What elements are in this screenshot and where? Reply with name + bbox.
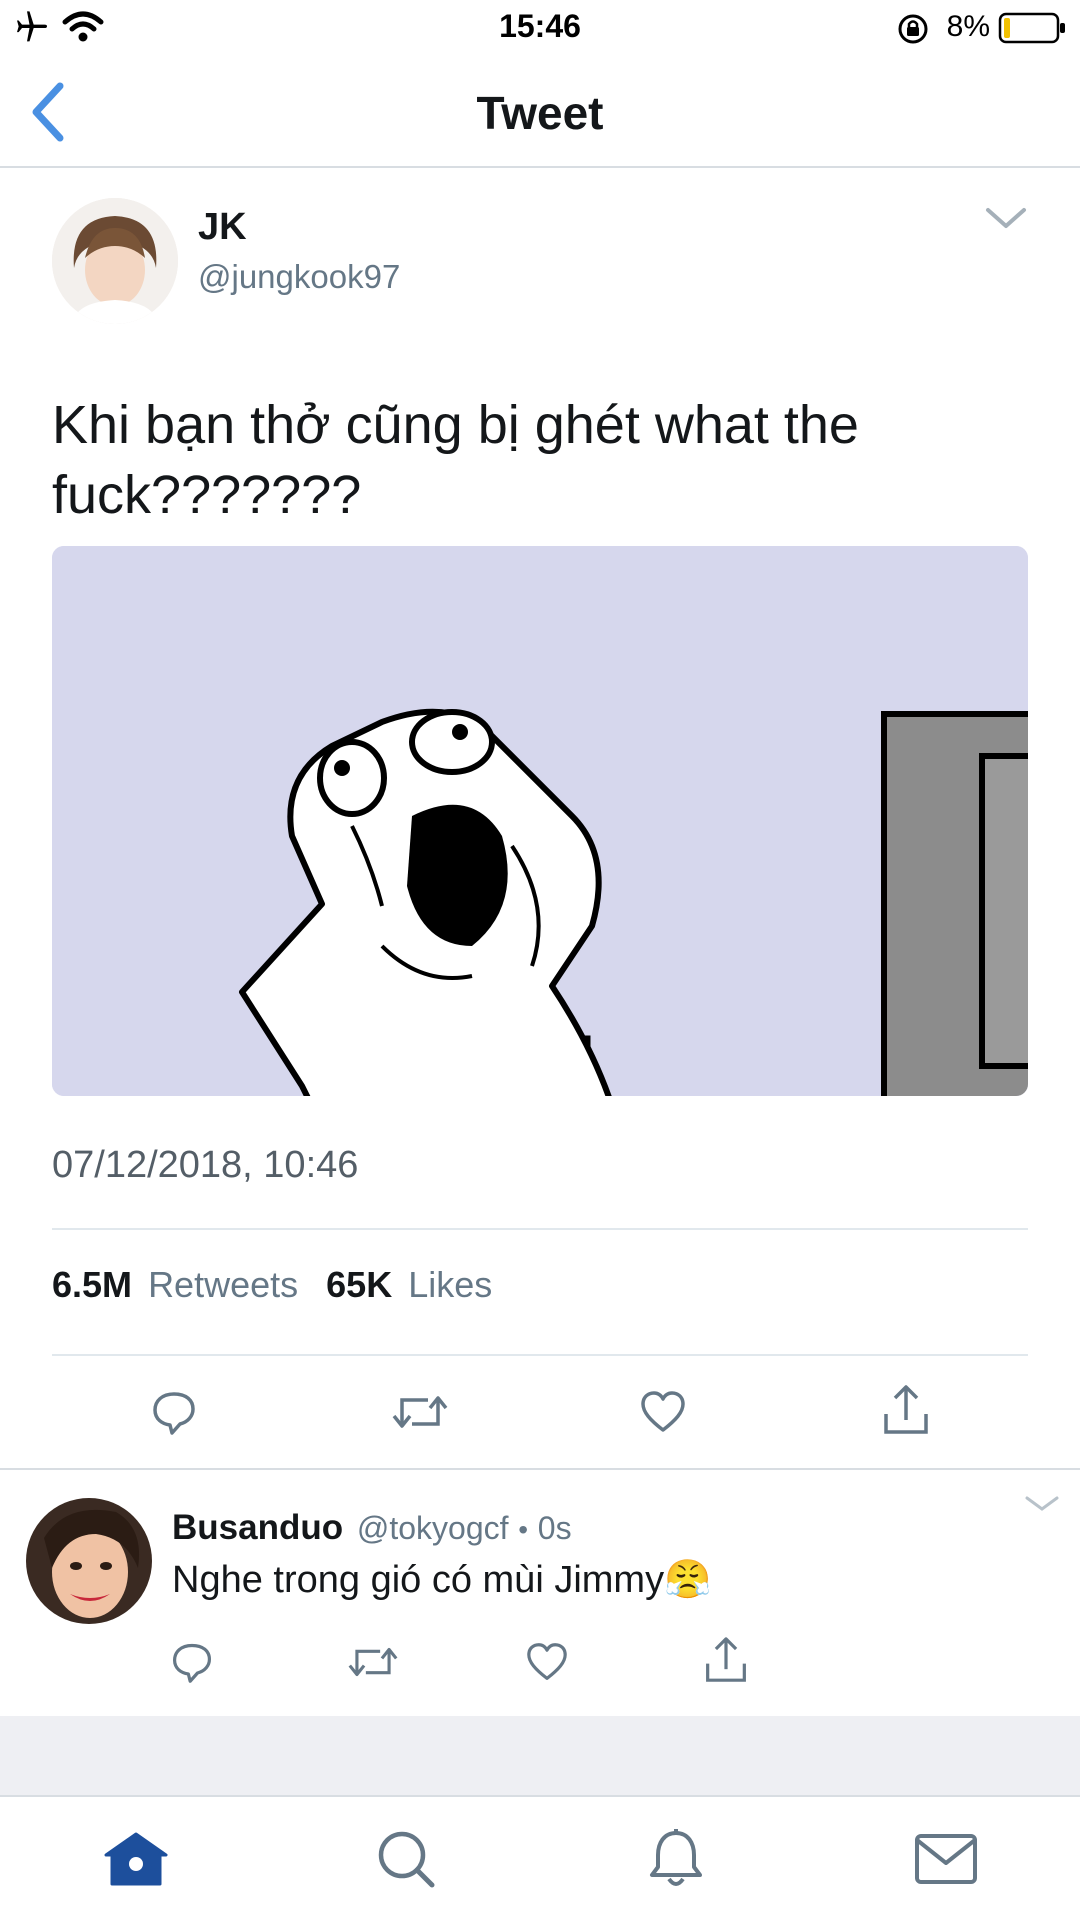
reply-avatar[interactable] bbox=[26, 1498, 152, 1624]
empty-feed-area bbox=[0, 1716, 1080, 1795]
tweet-text: Khi bạn thở cũng bị ghét what the fuck??… bbox=[52, 395, 859, 525]
battery-icon bbox=[998, 12, 1065, 44]
retweet-label[interactable]: Retweets bbox=[148, 1264, 298, 1305]
heart-icon[interactable] bbox=[526, 1642, 568, 1682]
retweet-count[interactable]: 6.5M bbox=[52, 1264, 132, 1305]
reply-header: Busanduo @tokyogcf • 0s bbox=[172, 1508, 572, 1548]
reply-age: 0s bbox=[537, 1510, 572, 1546]
like-label[interactable]: Likes bbox=[408, 1264, 492, 1305]
battery-percentage: 8% bbox=[946, 10, 990, 43]
mail-icon[interactable] bbox=[914, 1833, 978, 1885]
author-handle[interactable]: @jungkook97 bbox=[198, 258, 400, 296]
rotation-lock-icon bbox=[898, 14, 928, 44]
author-avatar[interactable] bbox=[52, 198, 178, 324]
chevron-down-icon[interactable] bbox=[984, 204, 1028, 232]
reply-icon[interactable] bbox=[170, 1640, 214, 1684]
navigation-header: Tweet bbox=[0, 56, 1080, 168]
divider bbox=[52, 1228, 1028, 1230]
bell-icon[interactable] bbox=[644, 1827, 708, 1891]
tab-bar bbox=[0, 1795, 1080, 1922]
author-display-name[interactable]: JK bbox=[198, 206, 247, 249]
search-icon[interactable] bbox=[374, 1827, 438, 1891]
reply-text: Nghe trong gió có mùi Jimmy😤 bbox=[172, 1559, 712, 1601]
home-icon[interactable] bbox=[104, 1831, 168, 1887]
reply-handle[interactable]: @tokyogcf bbox=[357, 1510, 509, 1546]
status-bar: 15:46 8% bbox=[0, 0, 1080, 56]
heart-icon[interactable] bbox=[640, 1390, 686, 1434]
tweet-stats: 6.5M Retweets 65K Likes bbox=[52, 1264, 492, 1306]
tweet-timestamp: 07/12/2018, 10:46 bbox=[52, 1144, 359, 1186]
page-title: Tweet bbox=[476, 87, 604, 139]
reply-icon[interactable] bbox=[150, 1388, 198, 1436]
like-count[interactable]: 65K bbox=[326, 1264, 392, 1305]
share-icon[interactable] bbox=[882, 1384, 930, 1436]
reply-separator: • bbox=[518, 1514, 529, 1545]
retweet-icon[interactable] bbox=[392, 1390, 448, 1434]
reply-display-name[interactable]: Busanduo bbox=[172, 1508, 343, 1547]
reply-chevron-down-icon[interactable] bbox=[1024, 1494, 1060, 1514]
share-icon[interactable] bbox=[704, 1636, 748, 1684]
section-divider bbox=[0, 1468, 1080, 1470]
tweet-media-image[interactable] bbox=[52, 546, 1028, 1096]
retweet-icon[interactable] bbox=[348, 1642, 398, 1682]
divider bbox=[52, 1354, 1028, 1356]
